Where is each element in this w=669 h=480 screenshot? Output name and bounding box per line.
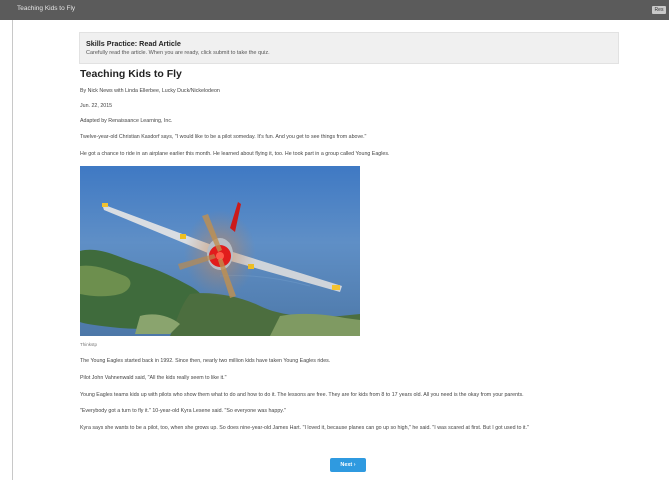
article-paragraph: Twelve-year-old Christian Kasdorf says, …	[80, 134, 367, 140]
chevron-right-icon: ›	[353, 462, 356, 468]
photo-caption: Thinkstp	[80, 342, 98, 347]
next-button-label: Next	[340, 462, 353, 468]
article-paragraph: Kyra says she wants to be a pilot, too, …	[80, 425, 529, 431]
article-title: Teaching Kids to Fly	[80, 68, 182, 80]
next-button[interactable]: Next ›	[330, 458, 366, 472]
article-paragraph: Pilot John Vahnenwald said, "All the kid…	[80, 375, 227, 381]
article-paragraph: Young Eagles teams kids up with pilots w…	[80, 392, 524, 398]
instruction-panel: Skills Practice: Read Article Carefully …	[79, 32, 619, 64]
article-paragraph: "Everybody got a turn to fly it." 10-yea…	[80, 408, 286, 414]
instruction-text: Carefully read the article. When you are…	[86, 50, 270, 56]
article-byline: By Nick News with Linda Ellerbee, Lucky …	[80, 88, 220, 94]
window-titlebar: Teaching Kids to Fly Res	[0, 0, 669, 20]
content-border	[12, 20, 13, 480]
corner-button[interactable]: Res	[652, 6, 666, 14]
instruction-heading: Skills Practice: Read Article	[86, 39, 181, 48]
article-date: Jun. 22, 2015	[80, 103, 113, 109]
window-title: Teaching Kids to Fly	[17, 5, 76, 12]
article-paragraph: The Young Eagles started back in 1992. S…	[80, 358, 331, 364]
article-paragraph: He got a chance to ride in an airplane e…	[80, 151, 390, 157]
airplane-photo	[80, 166, 360, 336]
article-adapted: Adapted by Renaissance Learning, Inc.	[80, 118, 173, 124]
